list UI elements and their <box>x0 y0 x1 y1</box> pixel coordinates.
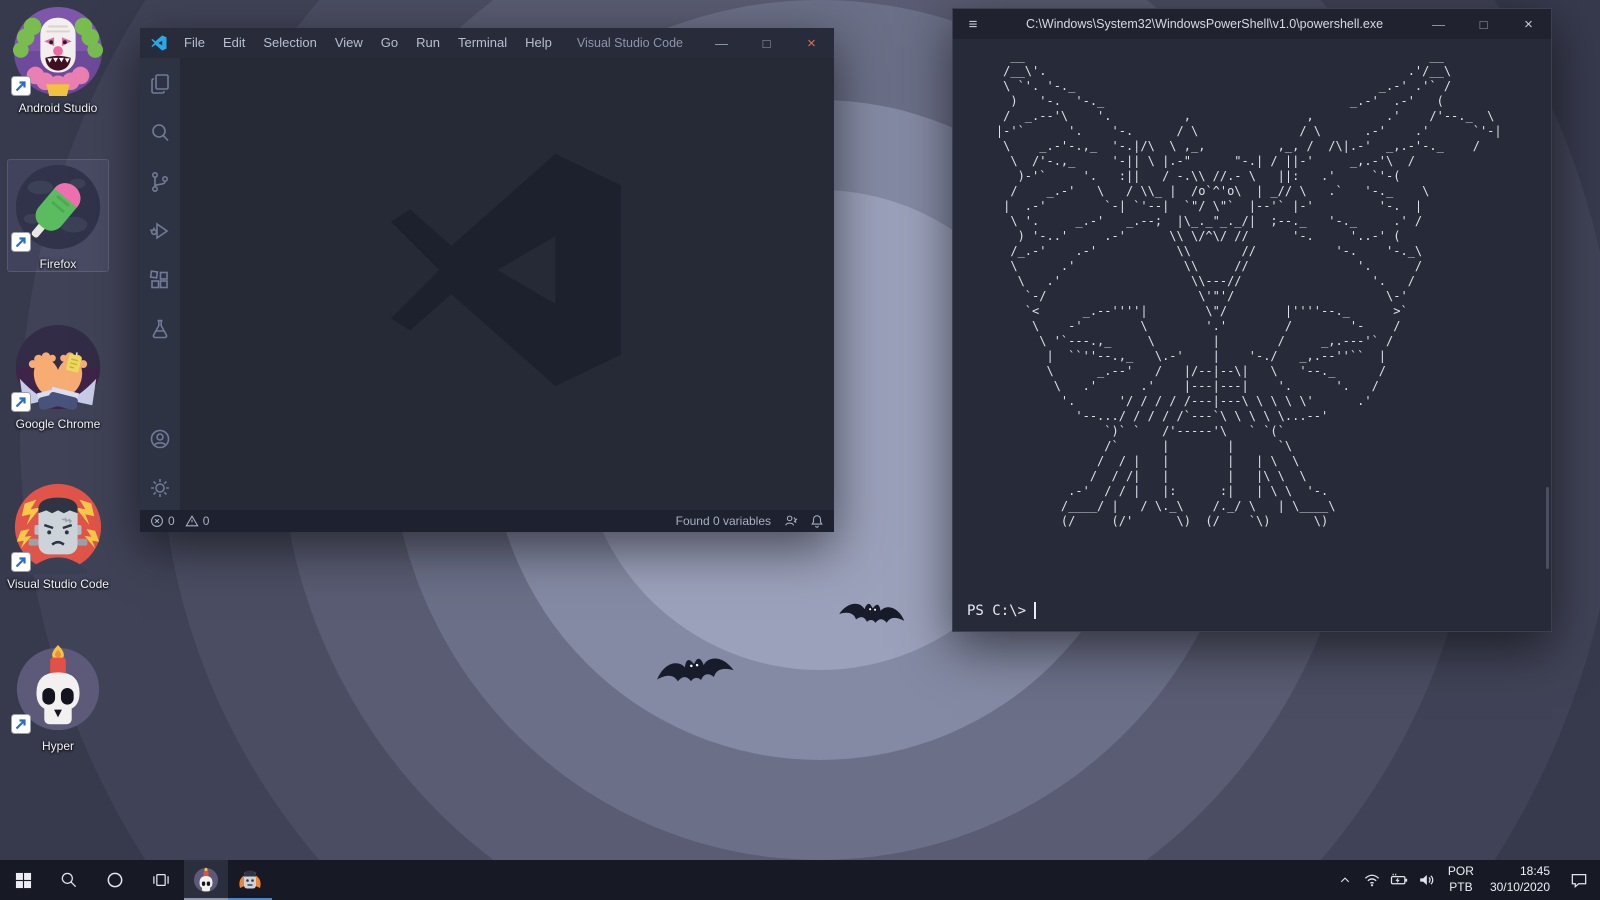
desktop-icon-hyper[interactable]: Hyper <box>8 642 108 753</box>
warning-count: 0 <box>203 514 210 528</box>
skull-candle-icon <box>11 642 105 736</box>
desktop-icon-visual-studio-code[interactable]: Visual Studio Code <box>8 480 108 591</box>
tray-chevron-up-icon[interactable] <box>1332 860 1359 900</box>
minimize-button[interactable]: — <box>699 28 744 58</box>
taskbar: POR PTB 18:45 30/10/2020 <box>0 860 1600 900</box>
accounts-icon[interactable] <box>148 427 172 451</box>
error-count: 0 <box>168 514 175 528</box>
prompt-text: PS C:\> <box>967 603 1026 619</box>
menu-run[interactable]: Run <box>407 28 449 58</box>
terminal-scrollbar-thumb[interactable] <box>1546 487 1549 569</box>
vscode-window: File Edit Selection View Go Run Terminal… <box>140 28 834 532</box>
shortcut-arrow-icon <box>11 552 31 572</box>
shortcut-arrow-icon <box>11 232 31 252</box>
run-and-debug-icon[interactable] <box>148 219 172 243</box>
vscode-window-title: Visual Studio Code <box>561 36 699 50</box>
powershell-window-title: C:\Windows\System32\WindowsPowerShell\v1… <box>993 17 1416 31</box>
explorer-icon[interactable] <box>148 72 172 96</box>
vscode-status-bar: 0 0 Found 0 variables <box>140 510 834 532</box>
bat-silhouette-icon <box>836 595 907 636</box>
taskbar-app-hyper[interactable] <box>184 860 228 900</box>
desktop-icon-label: Visual Studio Code <box>7 577 109 591</box>
vscode-menubar: File Edit Selection View Go Run Terminal… <box>175 28 561 58</box>
extensions-icon[interactable] <box>148 268 172 292</box>
desktop-icon-label: Google Chrome <box>16 417 101 431</box>
desktop-icon-android-studio[interactable]: Android Studio <box>8 4 108 115</box>
menu-terminal[interactable]: Terminal <box>449 28 516 58</box>
vscode-watermark-logo <box>386 149 628 391</box>
problems-warnings[interactable]: 0 <box>185 514 210 528</box>
desktop-icon-label: Android Studio <box>19 101 98 115</box>
terminal-content[interactable]: __ __ /__\'. .'/__\ \ `'. '-._ _.-' .'` … <box>953 49 1551 641</box>
popsicle-icon <box>11 160 105 254</box>
menu-view[interactable]: View <box>326 28 372 58</box>
vscode-titlebar: File Edit Selection View Go Run Terminal… <box>140 28 834 58</box>
shortcut-arrow-icon <box>11 392 31 412</box>
menu-help[interactable]: Help <box>516 28 561 58</box>
task-view-icon[interactable] <box>138 860 184 900</box>
keyboard-layout: PTB <box>1448 880 1474 896</box>
taskbar-app-vscode-frankenstein[interactable] <box>228 860 272 900</box>
action-center-icon[interactable] <box>1558 860 1600 900</box>
desktop-icon-google-chrome[interactable]: Google Chrome <box>8 320 108 431</box>
vscode-editor-area[interactable] <box>180 58 834 510</box>
powershell-window: ≡ C:\Windows\System32\WindowsPowerShell\… <box>952 8 1552 632</box>
menu-go[interactable]: Go <box>372 28 407 58</box>
system-tray: POR PTB 18:45 30/10/2020 <box>1332 860 1600 900</box>
maximize-button[interactable]: □ <box>1461 9 1506 39</box>
notifications-bell-icon[interactable] <box>810 514 824 528</box>
vscode-activity-bar <box>140 58 180 510</box>
clown-icon <box>11 4 105 98</box>
language-indicator[interactable]: POR PTB <box>1440 864 1482 895</box>
close-button[interactable]: × <box>1506 9 1551 39</box>
clock[interactable]: 18:45 30/10/2020 <box>1482 864 1558 895</box>
menu-file[interactable]: File <box>175 28 214 58</box>
powershell-titlebar: ≡ C:\Windows\System32\WindowsPowerShell\… <box>953 9 1551 39</box>
desktop: Android Studio Firefox <box>0 0 1600 900</box>
close-button[interactable]: × <box>789 28 834 58</box>
minimize-button[interactable]: — <box>1416 9 1461 39</box>
wifi-icon[interactable] <box>1359 860 1386 900</box>
time: 18:45 <box>1490 864 1550 880</box>
desktop-icon-label: Hyper <box>42 739 74 753</box>
morgue-feet-icon <box>11 320 105 414</box>
taskbar-search-icon[interactable] <box>46 860 92 900</box>
search-icon[interactable] <box>148 121 172 145</box>
terminal-cursor <box>1034 602 1036 619</box>
problems-errors[interactable]: 0 <box>150 514 175 528</box>
frankenstein-icon <box>11 480 105 574</box>
date: 30/10/2020 <box>1490 880 1550 896</box>
testing-flask-icon[interactable] <box>148 317 172 341</box>
found-variables-status[interactable]: Found 0 variables <box>676 514 771 528</box>
shortcut-arrow-icon <box>11 76 31 96</box>
menu-edit[interactable]: Edit <box>214 28 254 58</box>
source-control-icon[interactable] <box>148 170 172 194</box>
maximize-button[interactable]: □ <box>744 28 789 58</box>
menu-selection[interactable]: Selection <box>254 28 325 58</box>
terminal-prompt-line[interactable]: PS C:\> <box>967 602 1036 619</box>
desktop-icon-firefox[interactable]: Firefox <box>8 160 108 271</box>
battery-charging-icon[interactable] <box>1386 860 1413 900</box>
hamburger-menu-icon[interactable]: ≡ <box>953 16 993 33</box>
ascii-art-bat-gargoyle: __ __ /__\'. .'/__\ \ `'. '-._ _.-' .'` … <box>967 49 1551 529</box>
shortcut-arrow-icon <box>11 714 31 734</box>
start-button[interactable] <box>0 860 46 900</box>
language-code: POR <box>1448 864 1474 880</box>
desktop-icon-label: Firefox <box>40 257 77 271</box>
cortana-icon[interactable] <box>92 860 138 900</box>
vscode-logo-icon <box>151 35 167 51</box>
settings-gear-icon[interactable] <box>148 476 172 500</box>
volume-icon[interactable] <box>1413 860 1440 900</box>
feedback-icon[interactable] <box>783 514 798 528</box>
